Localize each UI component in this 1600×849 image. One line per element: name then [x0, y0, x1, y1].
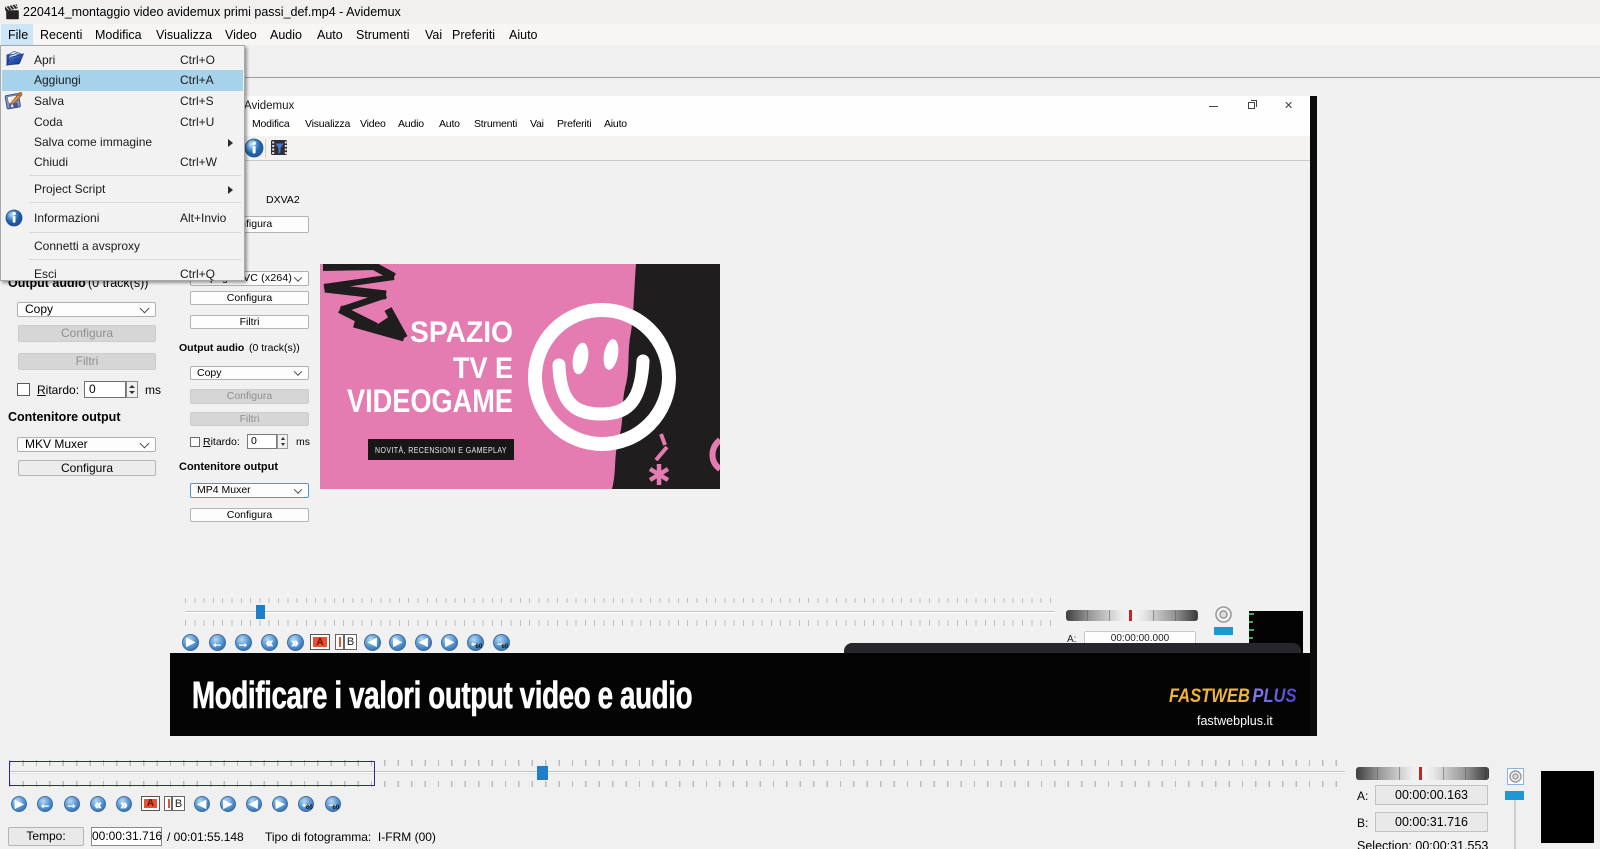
svg-text:NOVITÀ, RECENSIONI E GAMEPLAY: NOVITÀ, RECENSIONI E GAMEPLAY	[375, 445, 507, 455]
svg-text:TV E: TV E	[453, 352, 513, 385]
svg-text:SPAZIO: SPAZIO	[410, 316, 513, 349]
svg-text:VIDEOGAME: VIDEOGAME	[347, 383, 513, 419]
